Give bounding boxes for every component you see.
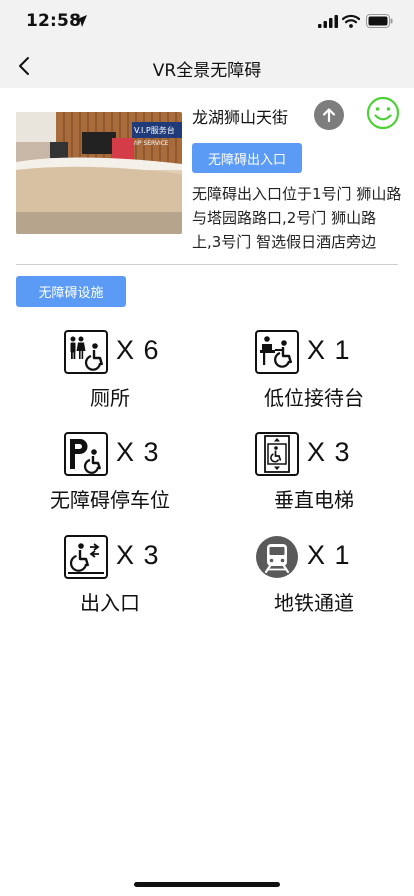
wifi-icon [342, 14, 360, 28]
arrow-up-button[interactable] [314, 100, 344, 130]
facility-metro[interactable]: X 1 地铁通道 [214, 535, 414, 625]
smiley-icon[interactable] [366, 96, 400, 130]
station-photo[interactable]: V.I.P服务台 VIP SERVICE [16, 112, 182, 234]
facility-elevator[interactable]: X 3 垂直电梯 [214, 432, 414, 522]
facility-name: 低位接待台 [264, 386, 364, 410]
status-time: 12:58 [26, 11, 82, 31]
arrow-up-icon [322, 108, 336, 123]
reception-desk-photo: V.I.P服务台 VIP SERVICE [16, 112, 182, 234]
divider [16, 264, 398, 265]
accessible-entrance-icon [64, 535, 108, 579]
facility-count: X 3 [116, 540, 160, 570]
status-bar: 12:58 [0, 0, 414, 44]
facility-count: X 1 [307, 540, 351, 570]
facility-name: 垂直电梯 [274, 488, 354, 512]
station-description: 无障碍出入口位于1号门 狮山路与塔园路路口,2号门 狮山路上,3号门 智选假日酒… [192, 185, 402, 251]
accessible-elevator-icon [255, 432, 299, 476]
location-arrow-icon [75, 15, 87, 27]
photo-sign-en: VIP SERVICE [132, 140, 169, 147]
accessible-toilet-icon [64, 330, 108, 374]
facility-count: X 1 [307, 335, 351, 365]
facility-parking[interactable]: X 3 无障碍停车位 [10, 432, 210, 522]
facility-name: 厕所 [90, 386, 130, 410]
facility-toilet[interactable]: X 6 厕所 [10, 330, 210, 420]
page-title: VR全景无障碍 [152, 61, 262, 81]
metro-passage-icon [256, 536, 298, 578]
facility-count: X 6 [116, 335, 160, 365]
facility-name: 出入口 [80, 591, 140, 615]
battery-icon [366, 14, 393, 28]
low-reception-desk-icon [255, 330, 299, 374]
facility-name: 无障碍停车位 [50, 488, 170, 512]
home-indicator[interactable] [134, 882, 280, 887]
facility-count: X 3 [307, 437, 351, 467]
accessible-entrance-button[interactable]: 无障碍出入口 [192, 143, 302, 173]
facility-entrance[interactable]: X 3 出入口 [10, 535, 210, 625]
accessible-parking-icon [64, 432, 108, 476]
nav-bar: VR全景无障碍 [0, 44, 414, 88]
facility-name: 地铁通道 [274, 591, 354, 615]
accessible-facilities-button[interactable]: 无障碍设施 [16, 276, 126, 307]
cellular-signal-icon [318, 15, 338, 28]
facility-count: X 3 [116, 437, 160, 467]
station-name: 龙湖狮山天街 [192, 108, 289, 127]
facility-low-reception-desk[interactable]: X 1 低位接待台 [214, 330, 414, 420]
photo-sign: V.I.P服务台 [134, 125, 175, 135]
